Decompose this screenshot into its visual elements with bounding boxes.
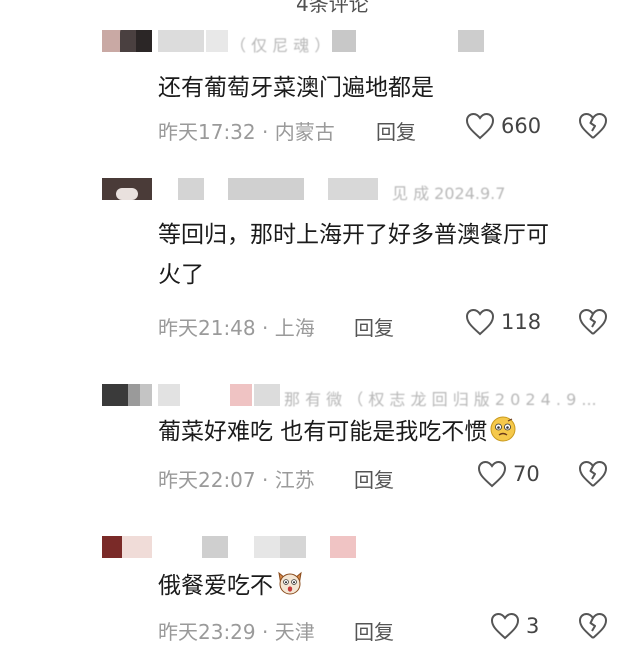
comment-meta: 昨天17:32 · 内蒙古 xyxy=(158,116,335,145)
comment-text: 俄餐爱吃不 xyxy=(158,566,618,610)
comment-text: 等回归，那时上海开了好多普澳餐厅可 火了 xyxy=(158,215,618,295)
comment-line: 俄餐爱吃不 xyxy=(158,566,618,610)
heart-icon xyxy=(465,308,495,336)
like-button[interactable]: 3 xyxy=(490,612,539,640)
broken-heart-icon xyxy=(578,460,608,488)
comment-line: 等回归，那时上海开了好多普澳餐厅可 xyxy=(158,222,549,248)
user-info-row[interactable]: 见 成 2024.9.7 xyxy=(102,178,592,203)
like-button[interactable]: 118 xyxy=(465,308,541,336)
comment-location: 上海 xyxy=(274,316,315,340)
dislike-button[interactable] xyxy=(578,112,608,140)
separator: · xyxy=(262,468,275,492)
comment-time: 昨天22:07 xyxy=(158,468,256,492)
reply-button[interactable]: 回复 xyxy=(354,616,394,645)
comment-meta: 昨天22:07 · 江苏 xyxy=(158,464,315,493)
page-title: 4条评论 xyxy=(296,0,369,16)
username: （ 仅 尼 魂 ） xyxy=(230,36,331,55)
heart-icon xyxy=(477,460,507,488)
dislike-button[interactable] xyxy=(578,612,608,640)
avatar[interactable] xyxy=(102,384,152,406)
comment-line: 葡菜好难吃 也有可能是我吃不惯 xyxy=(158,412,618,456)
heart-icon xyxy=(465,112,495,140)
broken-heart-icon xyxy=(578,308,608,336)
worried-face-emoji xyxy=(489,415,517,456)
comment-time: 昨天17:32 xyxy=(158,120,256,144)
reply-button[interactable]: 回复 xyxy=(376,116,416,145)
like-button[interactable]: 660 xyxy=(465,112,541,140)
heart-icon xyxy=(490,612,520,640)
like-count: 118 xyxy=(501,310,542,334)
dog-face-emoji xyxy=(275,569,305,610)
comment-line-text: 俄餐爱吃不 xyxy=(158,573,273,599)
avatar[interactable] xyxy=(102,178,152,200)
comment-line-text: 葡菜好难吃 也有可能是我吃不惯 xyxy=(158,419,488,445)
user-info-row[interactable]: （ 仅 尼 魂 ） xyxy=(102,30,502,55)
like-button[interactable]: 70 xyxy=(477,460,540,488)
comment-location: 内蒙古 xyxy=(274,120,335,144)
comment-location: 天津 xyxy=(274,620,315,644)
comment-time: 昨天23:29 xyxy=(158,620,256,644)
comment-meta: 昨天21:48 · 上海 xyxy=(158,312,315,341)
separator: · xyxy=(262,620,275,644)
separator: · xyxy=(262,120,275,144)
comment-line: 还有葡萄牙菜澳门遍地都是 xyxy=(158,75,434,101)
like-count: 70 xyxy=(513,462,540,486)
username: 那 有 微 （ 权 志 龙 回 归 版 2 0 2 4 . 9 ... xyxy=(284,390,597,409)
comment-text: 葡菜好难吃 也有可能是我吃不惯 xyxy=(158,412,618,456)
like-count: 660 xyxy=(501,114,542,138)
broken-heart-icon xyxy=(578,612,608,640)
username: 见 成 2024.9.7 xyxy=(392,184,506,203)
dislike-button[interactable] xyxy=(578,308,608,336)
comment-location: 江苏 xyxy=(274,468,315,492)
reply-button[interactable]: 回复 xyxy=(354,312,394,341)
avatar[interactable] xyxy=(102,30,152,52)
broken-heart-icon xyxy=(578,112,608,140)
avatar[interactable] xyxy=(102,536,152,558)
comment-meta: 昨天23:29 · 天津 xyxy=(158,616,315,645)
reply-button[interactable]: 回复 xyxy=(354,464,394,493)
comment-line: 火了 xyxy=(158,262,204,288)
comment-time: 昨天21:48 xyxy=(158,316,256,340)
separator: · xyxy=(262,316,275,340)
user-info-row[interactable] xyxy=(102,536,362,558)
like-count: 3 xyxy=(526,614,540,638)
comment-text: 还有葡萄牙菜澳门遍地都是 xyxy=(158,68,618,108)
dislike-button[interactable] xyxy=(578,460,608,488)
user-info-row[interactable]: 那 有 微 （ 权 志 龙 回 归 版 2 0 2 4 . 9 ... xyxy=(102,384,612,409)
